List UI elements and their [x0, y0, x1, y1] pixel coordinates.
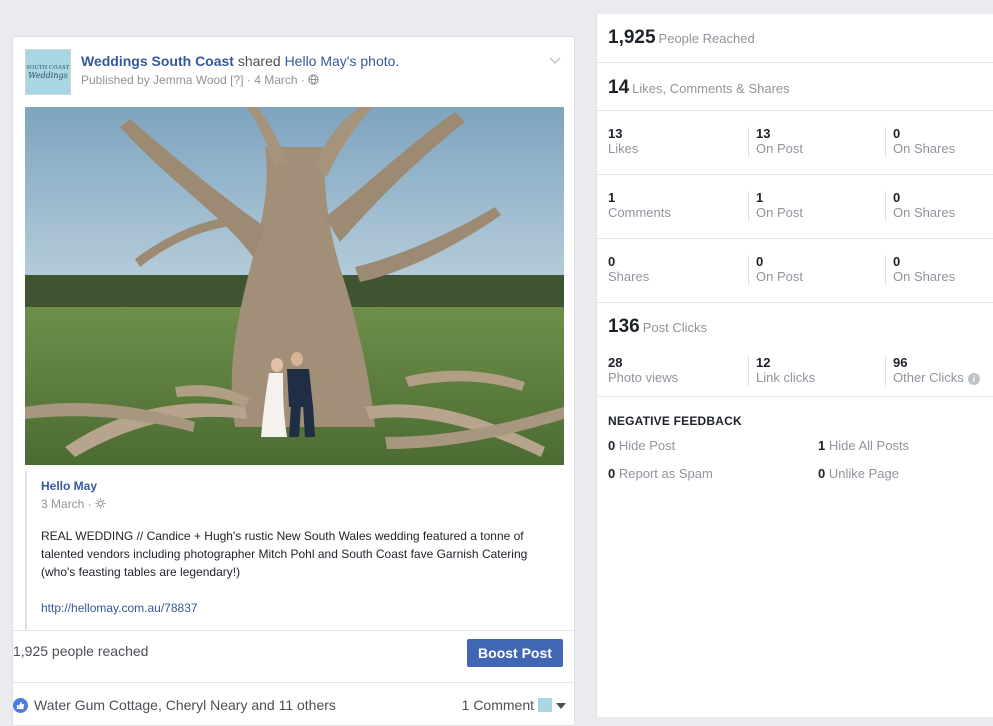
other-clicks: 96 Other Clicks i — [885, 356, 980, 386]
reach-label: People Reached — [658, 31, 755, 46]
boost-post-button[interactable]: Boost Post — [467, 639, 563, 667]
clicks-row: 28 Photo views 12 Link clicks 96 Other Clic… — [597, 340, 993, 397]
likes-total: 13 Likes — [608, 127, 638, 157]
clicks-value: 136 — [608, 316, 640, 337]
reactions-bar: Water Gum Cottage, Cheryl Neary and 11 o… — [13, 682, 574, 722]
stat-label: Photo views — [608, 370, 679, 385]
shared-word: shared — [233, 53, 285, 69]
avatar-text-line2: Weddings — [28, 70, 68, 80]
stat-value: 1 — [756, 190, 764, 205]
shares-on-post: 0 On Post — [748, 255, 803, 285]
stat-value: 1 — [608, 190, 616, 205]
stat-value: 28 — [608, 355, 623, 370]
comments-row: 1 Comments 1 On Post 0 On Shares — [597, 175, 993, 239]
post-clicks-stat: 136 Post Clicks — [608, 316, 707, 338]
info-icon[interactable]: i — [967, 372, 980, 385]
shared-date-text: 3 March · — [41, 497, 92, 511]
top-bar — [0, 0, 993, 14]
stat-value: 0 — [608, 466, 616, 481]
stat-label: On Post — [756, 205, 803, 220]
likes-on-post: 13 On Post — [748, 127, 803, 157]
stat-label: Other Clicks i — [893, 370, 980, 386]
stat-label: On Shares — [893, 141, 956, 156]
hide-all-posts-stat: 1 Hide All Posts — [818, 438, 909, 453]
shared-post-text: REAL WEDDING // Candice + Hugh's rustic … — [41, 529, 528, 579]
post-header: SOUTH COAST Weddings Weddings South Coas… — [25, 49, 564, 99]
gear-icon — [95, 498, 106, 509]
stat-value: 0 — [893, 190, 901, 205]
stat-value: 96 — [893, 355, 908, 370]
likes-on-shares: 0 On Shares — [885, 127, 955, 157]
shares-total: 0 Shares — [608, 255, 649, 285]
comments-on-post: 1 On Post — [748, 191, 803, 221]
post-card: SOUTH COAST Weddings Weddings South Coas… — [12, 36, 575, 726]
other-clicks-label: Other Clicks — [893, 370, 964, 385]
shared-date: 3 March · — [41, 497, 106, 511]
engagement-value: 14 — [608, 77, 630, 98]
comments-on-shares: 0 On Shares — [885, 191, 955, 221]
byline-text: Published by Jemma Wood [?] · 4 March · — [81, 73, 305, 87]
stat-label: Unlike Page — [828, 466, 899, 481]
link-clicks: 12 Link clicks — [748, 356, 815, 386]
post-title: Weddings South Coast shared Hello May's … — [81, 53, 399, 69]
stat-value: 12 — [756, 355, 771, 370]
stat-label: Link clicks — [756, 370, 816, 385]
shares-on-shares: 0 On Shares — [885, 255, 955, 285]
unlike-page-stat: 0 Unlike Page — [818, 466, 899, 481]
stat-label: On Shares — [893, 205, 956, 220]
stat-label: On Post — [756, 269, 803, 284]
people-reached-text[interactable]: 1,925 people reached — [13, 643, 148, 659]
people-reached-stat: 1,925 People Reached — [608, 27, 755, 49]
stat-value: 0 — [818, 466, 826, 481]
stat-label: Likes — [608, 141, 639, 156]
stat-label: On Post — [756, 141, 803, 156]
likes-row: 13 Likes 13 On Post 0 On Shares — [597, 111, 993, 175]
negative-feedback-heading: NEGATIVE FEEDBACK — [608, 414, 742, 428]
engagement-stat: 14 Likes, Comments & Shares — [608, 77, 790, 99]
caret-down-icon[interactable] — [556, 703, 566, 709]
stat-label: Comments — [608, 205, 671, 220]
shared-page-name[interactable]: Hello May — [41, 479, 97, 493]
stat-label: Shares — [608, 269, 650, 284]
clicks-label: Post Clicks — [642, 320, 707, 335]
stat-value: 13 — [756, 126, 771, 141]
page-name-link[interactable]: Weddings South Coast — [81, 53, 234, 69]
likers-link[interactable]: Water Gum Cottage, Cheryl Neary and 11 o… — [34, 697, 336, 713]
photo-link[interactable]: 's photo. — [347, 53, 400, 69]
page-avatar[interactable]: SOUTH COAST Weddings — [25, 49, 71, 95]
commenter-avatar — [538, 698, 552, 712]
insights-panel: 1,925 People Reached 14 Likes, Comments & … — [596, 14, 993, 717]
shares-row: 0 Shares 0 On Post 0 On Shares — [597, 239, 993, 303]
stat-value: 0 — [608, 254, 616, 269]
stat-label: Hide All Posts — [828, 438, 910, 453]
shared-from-link[interactable]: Hello May — [285, 53, 347, 69]
reach-bar: 1,925 people reached Boost Post — [13, 630, 574, 670]
stat-label: Hide Post — [618, 438, 676, 453]
stat-value: 0 — [756, 254, 764, 269]
stat-value: 13 — [608, 126, 623, 141]
comments-link[interactable]: 1 Comment — [462, 697, 534, 713]
post-byline: Published by Jemma Wood [?] · 4 March · — [81, 73, 319, 87]
globe-icon[interactable] — [308, 74, 319, 85]
stat-value: 1 — [818, 438, 826, 453]
like-icon — [13, 698, 28, 713]
engagement-label: Likes, Comments & Shares — [632, 81, 790, 96]
hide-post-stat: 0 Hide Post — [608, 438, 675, 453]
stat-value: 0 — [608, 438, 616, 453]
stat-label: Report as Spam — [618, 466, 713, 481]
shared-post: Hello May 3 March · REAL WEDDING // Cand… — [25, 471, 564, 631]
reach-section: 1,925 People Reached — [597, 14, 993, 63]
photo-views: 28 Photo views — [608, 356, 678, 386]
stat-value: 0 — [893, 254, 901, 269]
engagement-section: 14 Likes, Comments & Shares — [597, 63, 993, 111]
chevron-down-icon[interactable] — [548, 53, 562, 67]
post-photo[interactable] — [25, 107, 564, 465]
stat-label: On Shares — [893, 269, 956, 284]
comments-total: 1 Comments — [608, 191, 671, 221]
reach-value: 1,925 — [608, 27, 656, 48]
report-spam-stat: 0 Report as Spam — [608, 466, 713, 481]
shared-post-url[interactable]: http://hellomay.com.au/78837 — [41, 601, 198, 615]
stat-value: 0 — [893, 126, 901, 141]
